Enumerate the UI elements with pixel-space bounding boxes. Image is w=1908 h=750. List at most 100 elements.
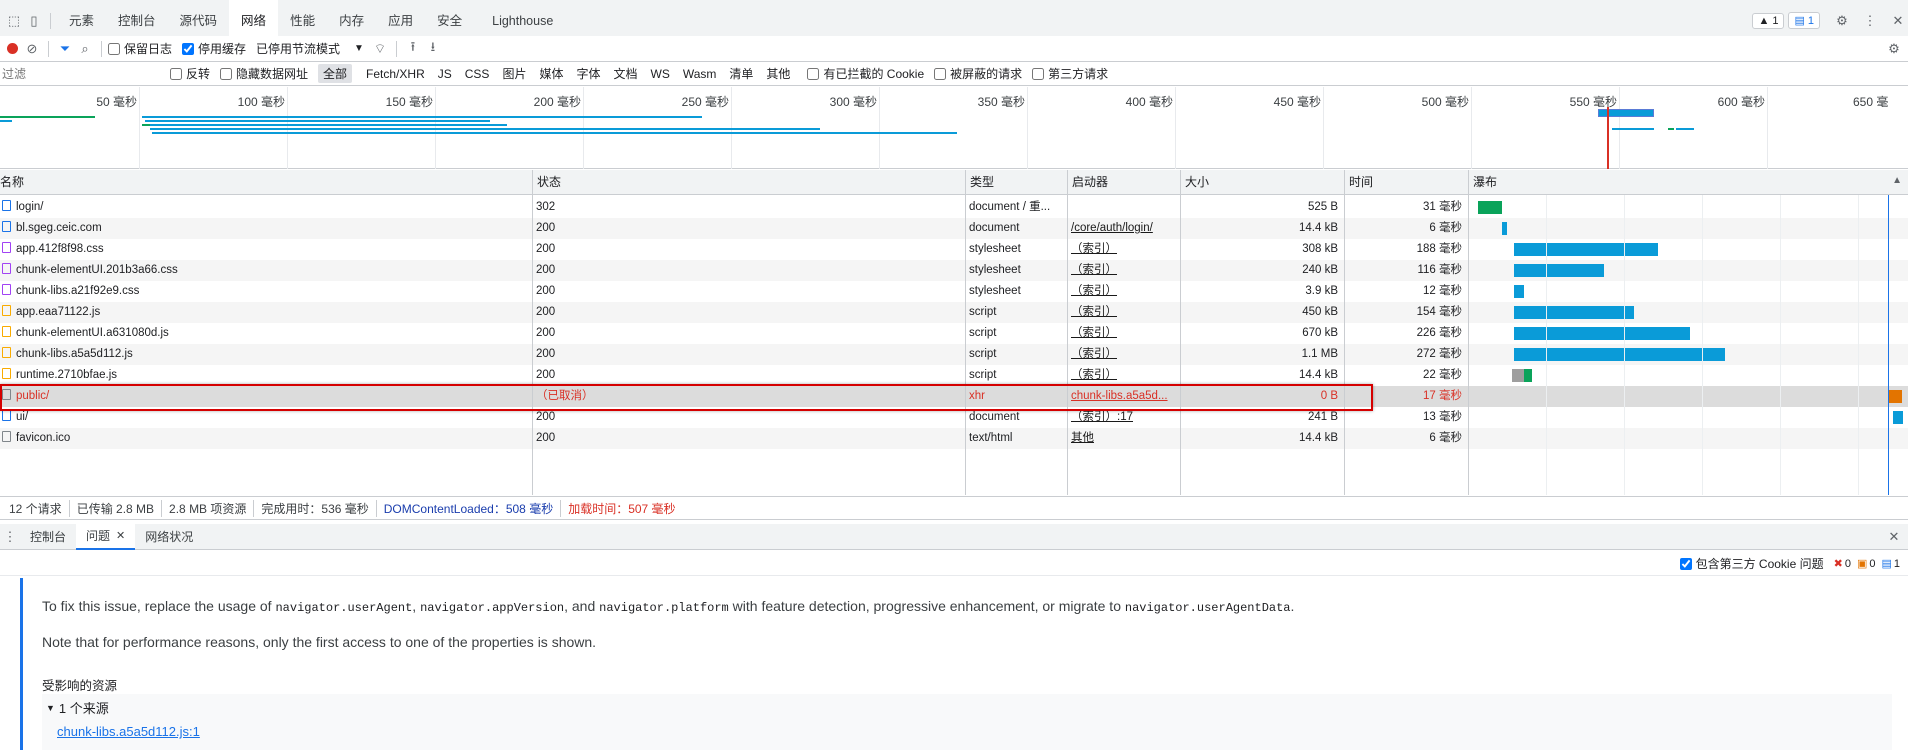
gear-icon[interactable]: ⚙	[1832, 11, 1852, 31]
close-tab-icon[interactable]: ✕	[116, 523, 125, 549]
disable-cache-checkbox[interactable]: 停用缓存	[182, 40, 246, 57]
overview-bar	[0, 116, 95, 118]
filter-icon[interactable]: ⏷	[55, 39, 75, 59]
blocked-cookies-checkbox[interactable]: 有已拦截的 Cookie	[807, 65, 924, 82]
cell-name[interactable]: chunk-elementUI.201b3a66.css	[0, 260, 532, 281]
preserve-log-input[interactable]	[108, 42, 120, 55]
include-third-party-input[interactable]	[1679, 557, 1692, 570]
cell-name[interactable]: bl.sgeg.ceic.com	[0, 218, 532, 239]
cell-initiator[interactable]: （索引）	[1067, 239, 1180, 260]
cell-initiator[interactable]: （索引）	[1067, 260, 1180, 281]
cell-size: 14.4 kB	[1299, 222, 1338, 234]
filter-input[interactable]	[0, 62, 160, 85]
cell-initiator[interactable]: （索引）	[1067, 302, 1180, 323]
include-third-party-checkbox[interactable]: 包含第三方 Cookie 问题	[1679, 555, 1824, 572]
filter-type-ws[interactable]: WS	[646, 66, 675, 82]
col-name-header[interactable]: 名称	[0, 170, 532, 195]
table-row[interactable]: chunk-libs.a21f92e9.css 200 stylesheet （索引）…	[0, 281, 1908, 302]
table-row[interactable]: favicon.ico 200 text/html 其他 14.4 kB 6 毫秒	[0, 428, 1908, 449]
table-row[interactable]: app.412f8f98.css 200 stylesheet （索引） 308 kB 1…	[0, 239, 1908, 260]
record-icon[interactable]	[2, 39, 22, 59]
cell-initiator[interactable]: （索引）	[1067, 365, 1180, 386]
cell-name[interactable]: login/	[0, 197, 532, 218]
export-har-icon[interactable]: ⭳	[423, 39, 443, 59]
filter-type-all[interactable]: 全部	[318, 64, 353, 83]
info-badge[interactable]: ▤ 1	[1788, 12, 1820, 29]
network-conditions-icon[interactable]: ⌔	[370, 39, 390, 59]
sources-toggle[interactable]: ▼ 1 个来源	[46, 698, 109, 717]
hide-data-urls-checkbox[interactable]: 隐藏数据网址	[220, 65, 308, 82]
col-status-header[interactable]: 状态	[532, 170, 965, 195]
col-initiator-header[interactable]: 启动器	[1067, 170, 1180, 195]
filter-type-font[interactable]: 字体	[571, 64, 605, 83]
clear-icon[interactable]: ⊘	[22, 39, 42, 59]
col-type-header[interactable]: 类型	[965, 170, 1067, 195]
blocked-cookies-input[interactable]	[807, 67, 820, 80]
divider	[48, 40, 49, 57]
cell-size: 308 kB	[1302, 243, 1338, 255]
third-party-input[interactable]	[1032, 67, 1045, 80]
cell-name[interactable]: chunk-libs.a21f92e9.css	[0, 281, 532, 302]
filter-type-manifest[interactable]: 清单	[724, 64, 758, 83]
third-party-checkbox[interactable]: 第三方请求	[1032, 65, 1108, 82]
table-row[interactable]: app.eaa71122.js 200 script （索引） 450 kB 154 毫秒	[0, 302, 1908, 323]
cell-name[interactable]: app.eaa71122.js	[0, 302, 532, 323]
filter-type-fetch-xhr[interactable]: Fetch/XHR	[361, 66, 430, 82]
col-size-header[interactable]: 大小	[1180, 170, 1344, 195]
close-icon[interactable]: ✕	[1888, 11, 1908, 31]
inspect-icon[interactable]: ⬚	[4, 11, 24, 31]
drawer-menu-icon[interactable]: ⋮	[0, 527, 20, 547]
cell-initiator[interactable]: （索引）	[1067, 323, 1180, 344]
cell-initiator[interactable]: （索引）	[1067, 281, 1180, 302]
table-row[interactable]: chunk-libs.a5a5d112.js 200 script （索引） 1.1 M…	[0, 344, 1908, 365]
table-row[interactable]: runtime.2710bfae.js 200 script （索引） 14.4 kB 2…	[0, 365, 1908, 386]
filter-type-doc[interactable]: 文档	[608, 64, 642, 83]
filter-type-js[interactable]: JS	[433, 66, 457, 82]
table-row[interactable]: chunk-elementUI.a631080d.js 200 script （索引）…	[0, 323, 1908, 344]
more-vert-icon[interactable]: ⋮	[1860, 11, 1880, 31]
filter-type-css[interactable]: CSS	[460, 66, 495, 82]
table-row[interactable]: login/302 document / 重... 525 B 31 毫秒	[0, 197, 1908, 218]
throttle-select[interactable]: 已停用节流模式 ▼	[256, 40, 364, 57]
drawer-tab-console[interactable]: 控制台	[20, 524, 76, 550]
device-toggle-icon[interactable]: ▯	[24, 11, 44, 31]
blocked-requests-input[interactable]	[934, 67, 947, 80]
warnings-badge[interactable]: ▲ 1	[1752, 12, 1785, 29]
issue-fix-paragraph: To fix this issue, replace the usage of …	[42, 598, 1295, 615]
cell-initiator[interactable]: 其他	[1067, 428, 1180, 449]
col-waterfall-header[interactable]: 瀑布	[1468, 170, 1908, 195]
cell-type: stylesheet	[969, 285, 1021, 297]
table-row[interactable]: chunk-elementUI.201b3a66.css 200 styleshee…	[0, 260, 1908, 281]
network-overview[interactable]: 50 毫秒 100 毫秒 150 毫秒 200 毫秒 250 毫秒 300 毫秒 350 毫…	[0, 87, 1908, 169]
cell-name[interactable]: favicon.ico	[0, 428, 532, 449]
source-link[interactable]: chunk-libs.a5a5d112.js:1	[57, 724, 200, 739]
col-time-header[interactable]: 时间	[1344, 170, 1468, 195]
filter-type-media[interactable]: 媒体	[534, 64, 568, 83]
cell-name[interactable]: chunk-libs.a5a5d112.js	[0, 344, 532, 365]
cell-initiator[interactable]	[1067, 197, 1180, 218]
search-icon[interactable]: ⌕	[75, 39, 95, 59]
cell-initiator[interactable]: （索引）	[1067, 344, 1180, 365]
filter-type-other[interactable]: 其他	[761, 64, 795, 83]
import-har-icon[interactable]: ⭱	[403, 39, 423, 59]
cell-type: document	[969, 222, 1020, 234]
filter-type-wasm[interactable]: Wasm	[678, 66, 722, 82]
close-drawer-icon[interactable]: ✕	[1884, 527, 1904, 547]
hide-data-urls-input[interactable]	[220, 67, 233, 80]
cell-name[interactable]: app.412f8f98.css	[0, 239, 532, 260]
invert-input[interactable]	[170, 67, 182, 80]
column-divider	[532, 195, 533, 495]
disable-cache-input[interactable]	[182, 42, 195, 55]
overview-tick-label: 100 毫秒	[237, 95, 285, 109]
table-row[interactable]: bl.sgeg.ceic.com 200 document/core/auth/lo…	[0, 218, 1908, 239]
filter-type-img[interactable]: 图片	[497, 64, 531, 83]
blocked-requests-checkbox[interactable]: 被屏蔽的请求	[934, 65, 1022, 82]
preserve-log-checkbox[interactable]: 保留日志	[108, 40, 172, 57]
drawer-tab-issues[interactable]: 问题 ✕	[76, 523, 136, 550]
cell-initiator[interactable]: /core/auth/login/	[1067, 218, 1180, 239]
cell-name[interactable]: runtime.2710bfae.js	[0, 365, 532, 386]
cell-name[interactable]: chunk-elementUI.a631080d.js	[0, 323, 532, 344]
invert-checkbox[interactable]: 反转	[170, 65, 210, 82]
drawer-tab-network-conditions[interactable]: 网络状况	[135, 524, 203, 550]
network-settings-gear-icon[interactable]: ⚙	[1884, 39, 1904, 59]
